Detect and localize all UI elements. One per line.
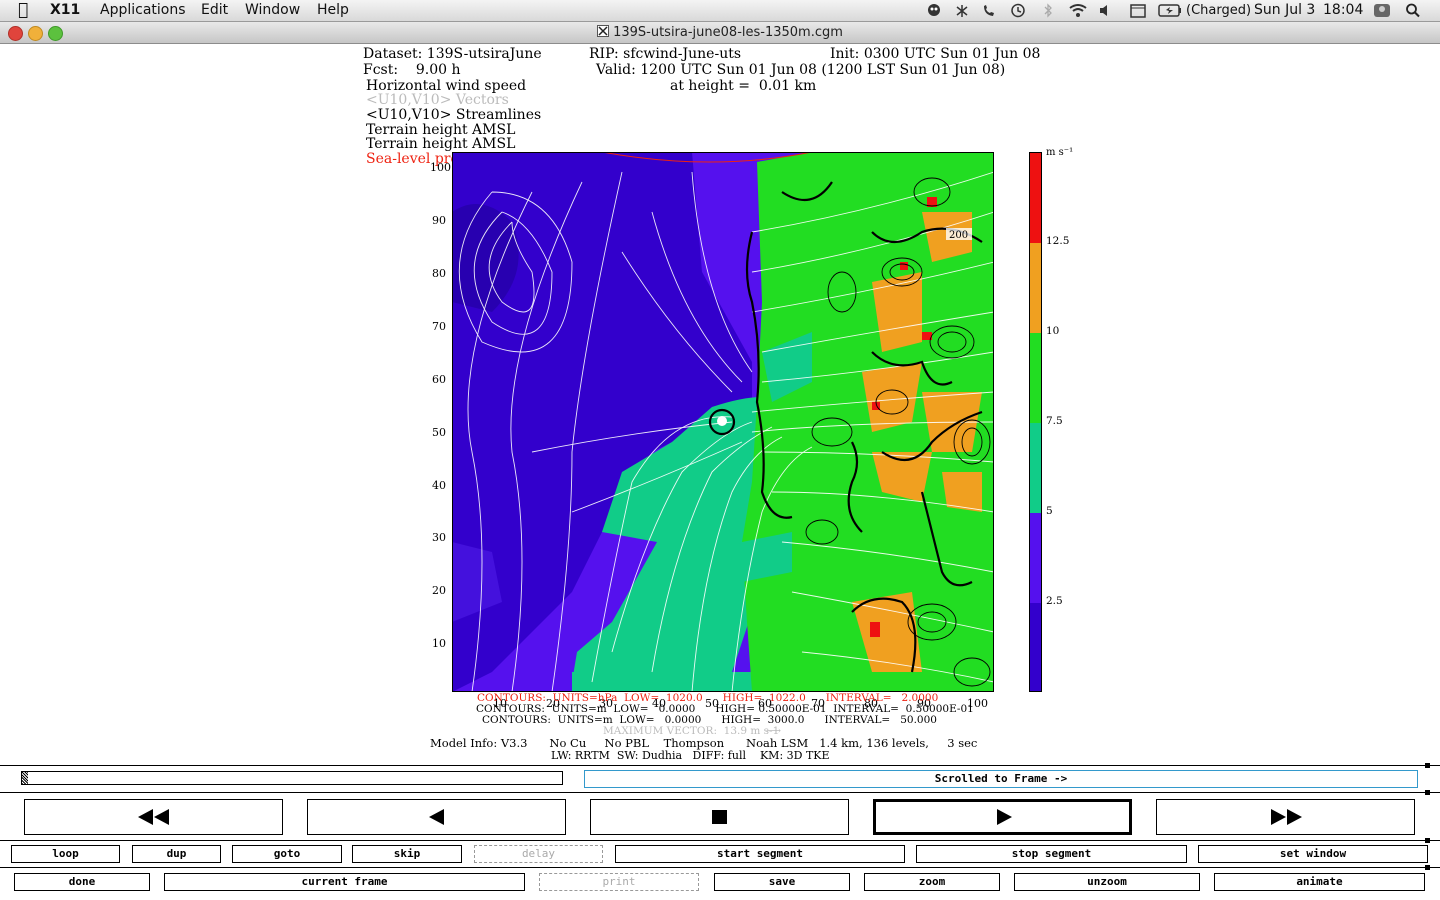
resize-handle[interactable] xyxy=(1425,838,1430,843)
dataset-label: Dataset: 139S-utsiraJune xyxy=(363,46,542,62)
y-tick: 100 xyxy=(430,161,451,174)
plot-frame xyxy=(452,152,994,692)
colorbar-label: 12.5 xyxy=(1046,235,1070,247)
model-physics: LW: RRTM SW: Dudhia DIFF: full KM: 3D TK… xyxy=(551,749,830,762)
goto-button[interactable]: goto xyxy=(232,845,342,863)
field-vectors: <U10,V10> Vectors xyxy=(366,92,509,108)
divider xyxy=(0,792,1440,793)
window-title: 139S-utsira-june08-les-1350m.cgm xyxy=(0,25,1440,40)
clock-date[interactable]: Sun Jul 3 xyxy=(1254,2,1315,18)
window-title-bar[interactable]: 139S-utsira-june08-les-1350m.cgm xyxy=(0,22,1440,44)
colorbar xyxy=(1029,152,1042,692)
frame-scrollbar[interactable] xyxy=(21,771,563,785)
field-terrain-2: Terrain height AMSL xyxy=(366,136,516,152)
clock-time[interactable]: 18:04 xyxy=(1323,2,1363,18)
volume-icon[interactable] xyxy=(1098,3,1114,18)
y-tick: 70 xyxy=(432,320,446,333)
user-icon[interactable] xyxy=(1373,3,1391,18)
current-frame-button[interactable]: current frame xyxy=(164,873,525,891)
stop-icon xyxy=(712,810,727,824)
colorbar-band xyxy=(1030,423,1041,513)
step-back-icon xyxy=(429,809,444,825)
y-tick: 90 xyxy=(432,214,446,227)
colorbar-band xyxy=(1030,333,1041,423)
scrollbar-thumb[interactable] xyxy=(22,772,28,784)
y-tick: 60 xyxy=(432,373,446,386)
menu-edit[interactable]: Edit xyxy=(201,2,228,18)
forecast-label: Fcst: 9.00 h xyxy=(363,62,461,78)
menu-bar:  X11 Applications Edit Window Help (Cha… xyxy=(0,0,1440,22)
x11-icon xyxy=(597,25,610,37)
wifi-icon[interactable] xyxy=(1068,3,1088,18)
fast-forward-icon xyxy=(1271,809,1302,825)
bluetooth-icon[interactable] xyxy=(1040,3,1056,18)
loop-button[interactable]: loop xyxy=(11,845,120,863)
play-icon xyxy=(997,809,1012,825)
height-label: at height = 0.01 km xyxy=(670,78,817,94)
set-window-button[interactable]: set window xyxy=(1198,845,1428,863)
y-tick: 50 xyxy=(432,426,446,439)
rewind-icon xyxy=(138,809,169,825)
divider xyxy=(0,867,1440,868)
stop-button[interactable] xyxy=(590,799,849,835)
play-button[interactable] xyxy=(873,799,1132,835)
divider xyxy=(0,765,1440,766)
menu-applications[interactable]: Applications xyxy=(100,2,186,18)
unzoom-button[interactable]: unzoom xyxy=(1014,873,1200,891)
colorbar-label: 5 xyxy=(1046,505,1053,517)
colorbar-band xyxy=(1030,513,1041,603)
field-streamlines: <U10,V10> Streamlines xyxy=(366,107,542,123)
y-tick: 40 xyxy=(432,479,446,492)
skip-button[interactable]: skip xyxy=(352,845,462,863)
resize-handle[interactable] xyxy=(1425,790,1430,795)
print-button[interactable]: print xyxy=(539,873,699,891)
model-info: Model Info: V3.3 No Cu No PBL Thompson N… xyxy=(430,736,978,750)
calendar-icon[interactable] xyxy=(1130,3,1146,18)
stop-segment-button[interactable]: stop segment xyxy=(916,845,1187,863)
save-button[interactable]: save xyxy=(714,873,850,891)
antenna-icon[interactable] xyxy=(954,3,970,18)
fast-forward-button[interactable] xyxy=(1156,799,1415,835)
phone-icon[interactable] xyxy=(981,3,997,18)
alien-icon[interactable] xyxy=(926,3,942,18)
animate-button[interactable]: animate xyxy=(1214,873,1425,891)
done-button[interactable]: done xyxy=(14,873,150,891)
y-tick: 10 xyxy=(432,637,446,650)
apple-menu-icon[interactable]:  xyxy=(18,0,28,20)
init-label: Init: 0300 UTC Sun 01 Jun 08 xyxy=(830,46,1041,62)
battery-status: (Charged) xyxy=(1186,3,1252,18)
time-machine-icon[interactable] xyxy=(1010,3,1026,18)
frame-status: Scrolled to Frame -> xyxy=(584,770,1418,788)
menu-window[interactable]: Window xyxy=(245,2,300,18)
colorbar-label: 2.5 xyxy=(1046,595,1063,607)
rewind-button[interactable] xyxy=(24,799,283,835)
colorbar-label: 10 xyxy=(1046,325,1060,337)
window-title-text: 139S-utsira-june08-les-1350m.cgm xyxy=(613,25,843,40)
start-segment-button[interactable]: start segment xyxy=(615,845,905,863)
rip-label: RIP: sfcwind-June-uts xyxy=(589,46,742,62)
resize-handle[interactable] xyxy=(1425,763,1430,768)
colorbar-band xyxy=(1030,243,1041,333)
app-menu[interactable]: X11 xyxy=(50,2,80,18)
divider xyxy=(0,840,1440,841)
delay-button[interactable]: delay xyxy=(474,845,603,863)
colorbar-band xyxy=(1030,153,1041,243)
colorbar-label: 7.5 xyxy=(1046,415,1063,427)
colorbar-band xyxy=(1030,603,1041,691)
valid-label: Valid: 1200 UTC Sun 01 Jun 08 (1200 LST … xyxy=(596,62,1006,78)
colorbar-unit: m s⁻¹ xyxy=(1046,147,1074,158)
spotlight-search-icon[interactable] xyxy=(1405,3,1421,18)
resize-handle[interactable] xyxy=(1425,865,1430,870)
zoom-button[interactable]: zoom xyxy=(864,873,1000,891)
battery-icon[interactable] xyxy=(1158,3,1182,18)
dup-button[interactable]: dup xyxy=(132,845,221,863)
y-tick: 80 xyxy=(432,267,446,280)
y-tick: 30 xyxy=(432,531,446,544)
y-tick: 20 xyxy=(432,584,446,597)
step-back-button[interactable] xyxy=(307,799,566,835)
menu-help[interactable]: Help xyxy=(317,2,349,18)
